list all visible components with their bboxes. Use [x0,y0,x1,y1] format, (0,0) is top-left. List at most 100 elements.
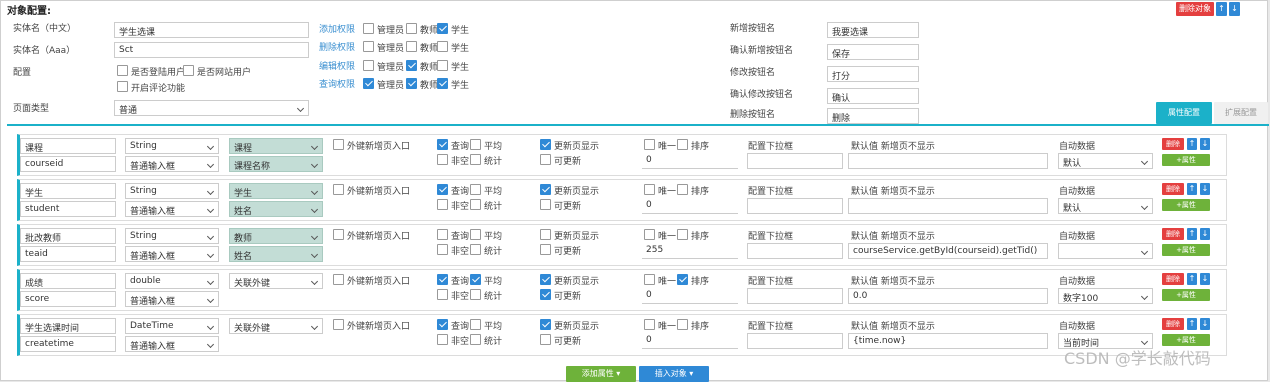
comments-checkbox[interactable] [117,81,128,92]
attr-up-button[interactable]: ↑ [1187,138,1197,150]
perm-checkbox-0-0[interactable] [363,23,374,34]
query-checkbox[interactable] [437,229,448,240]
attr-down-button[interactable]: ↓ [1200,318,1210,330]
query-checkbox[interactable] [437,274,448,285]
button-config-input-1[interactable]: 保存 [827,44,919,60]
unique-checkbox[interactable] [644,139,655,150]
tab-ext-config[interactable]: 扩展配置 [1214,102,1268,124]
default-input[interactable]: {time.now} [848,333,1048,349]
login-user-checkbox[interactable] [117,65,128,76]
attr-field-input[interactable]: createtime [20,336,116,352]
attr-input-select[interactable]: 普通输入框 [125,291,219,307]
button-config-input-4[interactable]: 删除 [827,108,919,124]
default-input[interactable] [848,153,1048,169]
nonempty-checkbox[interactable] [437,289,448,300]
default-input[interactable] [848,198,1048,214]
attr-type-select[interactable]: String [125,228,219,244]
ref-select-2[interactable]: 课程名称 [229,156,323,172]
auto-select[interactable] [1058,243,1153,259]
avg-checkbox[interactable] [470,184,481,195]
fk-checkbox[interactable] [333,184,344,195]
editable-checkbox[interactable] [540,199,551,210]
move-down-button[interactable]: ↓ [1229,2,1240,16]
length-input[interactable]: 255 [642,243,738,259]
ref-select-1[interactable]: 学生 [229,183,323,199]
avg-checkbox[interactable] [470,274,481,285]
auto-select[interactable]: 默认 [1058,153,1153,169]
attr-up-button[interactable]: ↑ [1187,318,1197,330]
nonempty-checkbox[interactable] [437,199,448,210]
delete-attr-button[interactable]: 删除 [1162,318,1184,330]
attr-type-select[interactable]: String [125,183,219,199]
query-checkbox[interactable] [437,319,448,330]
attr-down-button[interactable]: ↓ [1200,228,1210,240]
attr-input-select[interactable]: 普通输入框 [125,201,219,217]
add-attr-button[interactable]: +属性 [1162,244,1210,256]
perm-label-3[interactable]: 查询权限 [319,77,355,90]
perm-label-1[interactable]: 删除权限 [319,40,355,53]
attr-name-input[interactable]: 学生 [20,183,116,199]
attr-name-input[interactable]: 课程 [20,138,116,154]
stat-checkbox[interactable] [470,199,481,210]
perm-label-0[interactable]: 添加权限 [319,22,355,35]
attr-name-input[interactable]: 学生选课时间 [20,318,116,334]
delete-attr-button[interactable]: 删除 [1162,138,1184,150]
unique-checkbox[interactable] [644,274,655,285]
perm-checkbox-2-2[interactable] [437,60,448,71]
delete-attr-button[interactable]: 删除 [1162,183,1184,195]
attr-up-button[interactable]: ↑ [1187,228,1197,240]
attr-type-select[interactable]: DateTime [125,318,219,334]
attr-input-select[interactable]: 普通输入框 [125,246,219,262]
site-user-checkbox[interactable] [183,65,194,76]
length-input[interactable]: 0 [642,333,738,349]
attr-type-select[interactable]: double [125,273,219,289]
stat-checkbox[interactable] [470,289,481,300]
sort-checkbox[interactable] [677,274,688,285]
dropdown-input[interactable] [747,153,843,169]
delete-attr-button[interactable]: 删除 [1162,273,1184,285]
perm-checkbox-1-2[interactable] [437,41,448,52]
nonempty-checkbox[interactable] [437,244,448,255]
unique-checkbox[interactable] [644,319,655,330]
move-up-button[interactable]: ↑ [1216,2,1227,16]
perm-checkbox-0-2[interactable] [437,23,448,34]
length-input[interactable]: 0 [642,153,738,169]
dropdown-input[interactable] [747,288,843,304]
attr-field-input[interactable]: courseid [20,156,116,172]
add-attribute-button[interactable]: 添加属性 ▾ [566,366,636,382]
show-update-checkbox[interactable] [540,184,551,195]
perm-checkbox-2-1[interactable] [406,60,417,71]
dropdown-input[interactable] [747,243,843,259]
fk-checkbox[interactable] [333,229,344,240]
button-config-input-3[interactable]: 确认 [827,88,919,104]
query-checkbox[interactable] [437,139,448,150]
stat-checkbox[interactable] [470,154,481,165]
query-checkbox[interactable] [437,184,448,195]
fk-checkbox[interactable] [333,274,344,285]
editable-checkbox[interactable] [540,154,551,165]
attr-field-input[interactable]: teaid [20,246,116,262]
fk-checkbox[interactable] [333,139,344,150]
editable-checkbox[interactable] [540,334,551,345]
attr-down-button[interactable]: ↓ [1200,183,1210,195]
dropdown-input[interactable] [747,333,843,349]
attr-input-select[interactable]: 普通输入框 [125,336,219,352]
page-type-select[interactable]: 普通 [114,100,309,116]
show-update-checkbox[interactable] [540,229,551,240]
sort-checkbox[interactable] [677,139,688,150]
ref-select-1[interactable]: 教师 [229,228,323,244]
sort-checkbox[interactable] [677,184,688,195]
show-update-checkbox[interactable] [540,139,551,150]
attr-name-input[interactable]: 批改教师 [20,228,116,244]
avg-checkbox[interactable] [470,319,481,330]
avg-checkbox[interactable] [470,229,481,240]
button-config-input-2[interactable]: 打分 [827,66,919,82]
length-input[interactable]: 0 [642,198,738,214]
ref-select-2[interactable]: 姓名 [229,201,323,217]
add-attr-button[interactable]: +属性 [1162,289,1210,301]
stat-checkbox[interactable] [470,244,481,255]
nonempty-checkbox[interactable] [437,154,448,165]
perm-checkbox-3-0[interactable] [363,78,374,89]
default-input[interactable]: 0.0 [848,288,1048,304]
attr-up-button[interactable]: ↑ [1187,273,1197,285]
